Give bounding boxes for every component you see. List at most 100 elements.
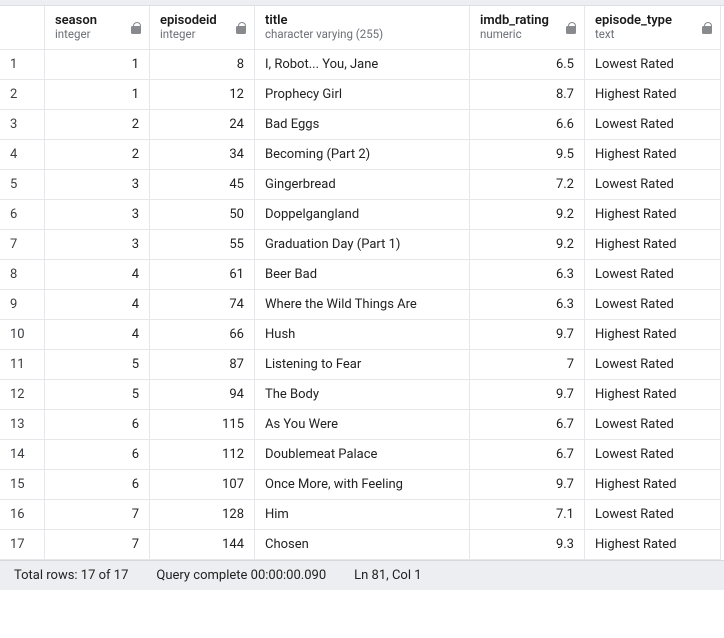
- cell-episodeid[interactable]: 115: [150, 410, 255, 440]
- cell-imdb_rating[interactable]: 9.7: [470, 380, 585, 410]
- cell-title[interactable]: The Body: [255, 380, 470, 410]
- cell-season[interactable]: 2: [45, 110, 150, 140]
- cell-imdb_rating[interactable]: 6.3: [470, 290, 585, 320]
- cell-season[interactable]: 4: [45, 260, 150, 290]
- cell-episodeid[interactable]: 128: [150, 500, 255, 530]
- cell-episode_type[interactable]: Lowest Rated: [585, 410, 721, 440]
- row-number[interactable]: 9: [0, 290, 45, 320]
- cell-episodeid[interactable]: 24: [150, 110, 255, 140]
- row-number[interactable]: 11: [0, 350, 45, 380]
- column-header-imdb_rating[interactable]: imdb_ratingnumeric: [470, 6, 585, 50]
- row-number[interactable]: 15: [0, 470, 45, 500]
- cell-imdb_rating[interactable]: 6.3: [470, 260, 585, 290]
- cell-episode_type[interactable]: Highest Rated: [585, 230, 721, 260]
- row-number[interactable]: 8: [0, 260, 45, 290]
- cell-season[interactable]: 2: [45, 140, 150, 170]
- cell-episodeid[interactable]: 45: [150, 170, 255, 200]
- column-header-title[interactable]: titlecharacter varying (255): [255, 6, 470, 50]
- row-number[interactable]: 12: [0, 380, 45, 410]
- cell-season[interactable]: 6: [45, 440, 150, 470]
- row-number[interactable]: 6: [0, 200, 45, 230]
- cell-title[interactable]: Once More, with Feeling: [255, 470, 470, 500]
- cell-episodeid[interactable]: 87: [150, 350, 255, 380]
- cell-season[interactable]: 7: [45, 530, 150, 560]
- cell-imdb_rating[interactable]: 7.2: [470, 170, 585, 200]
- cell-title[interactable]: Graduation Day (Part 1): [255, 230, 470, 260]
- cell-episode_type[interactable]: Lowest Rated: [585, 440, 721, 470]
- cell-title[interactable]: Becoming (Part 2): [255, 140, 470, 170]
- row-number[interactable]: 4: [0, 140, 45, 170]
- cell-episode_type[interactable]: Highest Rated: [585, 470, 721, 500]
- cell-season[interactable]: 4: [45, 290, 150, 320]
- cell-season[interactable]: 3: [45, 230, 150, 260]
- cell-imdb_rating[interactable]: 9.2: [470, 230, 585, 260]
- cell-episode_type[interactable]: Highest Rated: [585, 140, 721, 170]
- cell-imdb_rating[interactable]: 7: [470, 350, 585, 380]
- cell-episodeid[interactable]: 34: [150, 140, 255, 170]
- cell-title[interactable]: Him: [255, 500, 470, 530]
- cell-title[interactable]: Prophecy Girl: [255, 80, 470, 110]
- cell-season[interactable]: 3: [45, 170, 150, 200]
- cell-imdb_rating[interactable]: 9.3: [470, 530, 585, 560]
- cell-episodeid[interactable]: 66: [150, 320, 255, 350]
- cell-title[interactable]: Listening to Fear: [255, 350, 470, 380]
- cell-imdb_rating[interactable]: 9.5: [470, 140, 585, 170]
- cell-title[interactable]: As You Were: [255, 410, 470, 440]
- row-number[interactable]: 17: [0, 530, 45, 560]
- cell-imdb_rating[interactable]: 9.7: [470, 470, 585, 500]
- row-number[interactable]: 13: [0, 410, 45, 440]
- cell-season[interactable]: 4: [45, 320, 150, 350]
- cell-episodeid[interactable]: 107: [150, 470, 255, 500]
- cell-title[interactable]: Doppelgangland: [255, 200, 470, 230]
- row-number[interactable]: 3: [0, 110, 45, 140]
- cell-episode_type[interactable]: Lowest Rated: [585, 500, 721, 530]
- cell-season[interactable]: 3: [45, 200, 150, 230]
- cell-episodeid[interactable]: 144: [150, 530, 255, 560]
- cell-episodeid[interactable]: 50: [150, 200, 255, 230]
- cell-imdb_rating[interactable]: 6.6: [470, 110, 585, 140]
- cell-episode_type[interactable]: Lowest Rated: [585, 110, 721, 140]
- row-number[interactable]: 5: [0, 170, 45, 200]
- cell-imdb_rating[interactable]: 9.7: [470, 320, 585, 350]
- cell-title[interactable]: Beer Bad: [255, 260, 470, 290]
- column-header-season[interactable]: seasoninteger: [45, 6, 150, 50]
- cell-episodeid[interactable]: 112: [150, 440, 255, 470]
- row-number[interactable]: 14: [0, 440, 45, 470]
- cell-title[interactable]: Gingerbread: [255, 170, 470, 200]
- column-header-episode_type[interactable]: episode_typetext: [585, 6, 721, 50]
- cell-imdb_rating[interactable]: 8.7: [470, 80, 585, 110]
- cell-episodeid[interactable]: 94: [150, 380, 255, 410]
- row-number[interactable]: 2: [0, 80, 45, 110]
- row-number[interactable]: 16: [0, 500, 45, 530]
- cell-season[interactable]: 6: [45, 470, 150, 500]
- cell-imdb_rating[interactable]: 9.2: [470, 200, 585, 230]
- cell-title[interactable]: Chosen: [255, 530, 470, 560]
- cell-season[interactable]: 1: [45, 80, 150, 110]
- cell-season[interactable]: 5: [45, 380, 150, 410]
- cell-season[interactable]: 1: [45, 50, 150, 80]
- cell-episode_type[interactable]: Lowest Rated: [585, 170, 721, 200]
- cell-title[interactable]: Hush: [255, 320, 470, 350]
- cell-season[interactable]: 5: [45, 350, 150, 380]
- cell-episode_type[interactable]: Highest Rated: [585, 80, 721, 110]
- cell-episode_type[interactable]: Highest Rated: [585, 530, 721, 560]
- cell-episode_type[interactable]: Lowest Rated: [585, 350, 721, 380]
- row-number[interactable]: 1: [0, 50, 45, 80]
- cell-season[interactable]: 7: [45, 500, 150, 530]
- row-number-header[interactable]: [0, 6, 45, 50]
- cell-episodeid[interactable]: 12: [150, 80, 255, 110]
- cell-imdb_rating[interactable]: 6.5: [470, 50, 585, 80]
- cell-episode_type[interactable]: Lowest Rated: [585, 290, 721, 320]
- cell-imdb_rating[interactable]: 7.1: [470, 500, 585, 530]
- cell-episode_type[interactable]: Highest Rated: [585, 200, 721, 230]
- cell-title[interactable]: Doublemeat Palace: [255, 440, 470, 470]
- column-header-episodeid[interactable]: episodeidinteger: [150, 6, 255, 50]
- cell-title[interactable]: Bad Eggs: [255, 110, 470, 140]
- cell-episodeid[interactable]: 8: [150, 50, 255, 80]
- cell-episodeid[interactable]: 74: [150, 290, 255, 320]
- cell-episode_type[interactable]: Highest Rated: [585, 380, 721, 410]
- cell-season[interactable]: 6: [45, 410, 150, 440]
- cell-episode_type[interactable]: Lowest Rated: [585, 260, 721, 290]
- cell-episodeid[interactable]: 61: [150, 260, 255, 290]
- row-number[interactable]: 10: [0, 320, 45, 350]
